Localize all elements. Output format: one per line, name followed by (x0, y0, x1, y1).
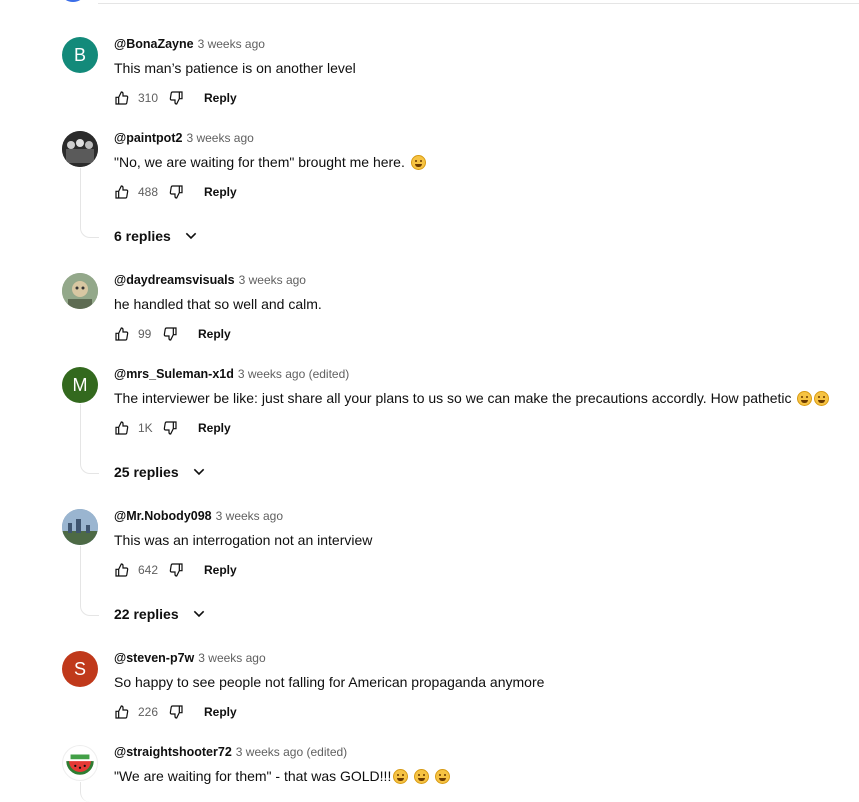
comment-item: @daydreamsvisuals 3 weeks ago he handled … (0, 273, 859, 343)
avatar[interactable] (62, 509, 98, 545)
thread-line (80, 404, 99, 474)
like-count: 488 (138, 185, 159, 199)
comment-author[interactable]: @mrs_Suleman-x1d (114, 367, 234, 381)
comment-time[interactable]: 3 weeks ago (216, 509, 283, 523)
comment-actions: 488 Reply (114, 184, 237, 200)
comment-item: @straightshooter72 3 weeks ago (edited) "… (0, 745, 859, 793)
dislike-icon[interactable] (168, 704, 184, 720)
avatar[interactable] (62, 131, 98, 167)
comment-item: @paintpot2 3 weeks ago "No, we are waitin… (0, 131, 859, 201)
comment-text: So happy to see people not falling for A… (114, 674, 545, 690)
comment-author[interactable]: @daydreamsvisuals (114, 273, 235, 287)
comment-actions: 99 Reply (114, 326, 231, 342)
reply-button[interactable]: Reply (198, 421, 231, 435)
comment-item: B @BonaZayne 3 weeks ago This man’s patie… (0, 37, 859, 107)
thread-line (80, 168, 99, 238)
like-icon[interactable] (114, 90, 130, 106)
reply-button[interactable]: Reply (204, 185, 237, 199)
laughing-emoji-icon (414, 769, 430, 784)
comment-text: he handled that so well and calm. (114, 296, 322, 312)
comment-author[interactable]: @BonaZayne (114, 37, 194, 51)
top-divider (98, 3, 859, 4)
avatar[interactable]: S (62, 651, 98, 687)
avatar[interactable] (62, 273, 98, 309)
thread-line (80, 782, 99, 802)
comment-text: "We are waiting for them" - that was GOL… (114, 767, 451, 785)
like-icon[interactable] (114, 562, 130, 578)
rofl-emoji-icon (393, 769, 409, 784)
comment-time[interactable]: 3 weeks ago (198, 37, 265, 51)
view-replies-button[interactable]: 6 replies (114, 228, 199, 244)
chevron-down-icon (193, 468, 204, 476)
like-count: 226 (138, 705, 159, 719)
comment-text: This was an interrogation not an intervi… (114, 532, 373, 548)
like-icon[interactable] (114, 326, 130, 342)
laughing-emoji-icon (797, 391, 813, 406)
like-icon[interactable] (114, 420, 130, 436)
comment-time[interactable]: 3 weeks ago (239, 273, 306, 287)
dislike-icon[interactable] (168, 184, 184, 200)
comment-author[interactable]: @straightshooter72 (114, 745, 232, 759)
dislike-icon[interactable] (162, 420, 178, 436)
like-icon[interactable] (114, 704, 130, 720)
comment-item: S @steven-p7w 3 weeks ago So happy to see… (0, 651, 859, 721)
comment-author[interactable]: @paintpot2 (114, 131, 182, 145)
chevron-down-icon (185, 232, 197, 240)
comment-item: M @mrs_Suleman-x1d 3 weeks ago (edited) T… (0, 367, 859, 437)
laughing-emoji-icon (410, 155, 426, 170)
thread-line (80, 546, 99, 616)
comment-actions: 1K Reply (114, 420, 231, 436)
laughing-emoji-icon (814, 391, 830, 406)
avatar[interactable]: B (62, 37, 98, 73)
comment-text: This man’s patience is on another level (114, 60, 356, 76)
comment-time[interactable]: 3 weeks ago (edited) (238, 367, 349, 381)
dislike-icon[interactable] (168, 562, 184, 578)
reply-button[interactable]: Reply (198, 327, 231, 341)
comment-author[interactable]: @Mr.Nobody098 (114, 509, 212, 523)
comment-author[interactable]: @steven-p7w (114, 651, 194, 665)
comment-actions: 310 Reply (114, 90, 237, 106)
like-icon[interactable] (114, 184, 130, 200)
like-count: 1K (138, 421, 153, 435)
comment-time[interactable]: 3 weeks ago (198, 651, 265, 665)
view-replies-button[interactable]: 22 replies (114, 606, 207, 622)
comment-time[interactable]: 3 weeks ago (186, 131, 253, 145)
like-count: 642 (138, 563, 159, 577)
reply-button[interactable]: Reply (204, 91, 237, 105)
like-count: 310 (138, 91, 159, 105)
comment-item: @Mr.Nobody098 3 weeks ago This was an int… (0, 509, 859, 579)
reply-button[interactable]: Reply (204, 705, 237, 719)
dislike-icon[interactable] (168, 90, 184, 106)
comment-actions: 226 Reply (114, 704, 237, 720)
comment-text: The interviewer be like: just share all … (114, 389, 830, 407)
like-count: 99 (138, 327, 152, 341)
chevron-down-icon (193, 610, 204, 618)
previous-avatar-edge (62, 0, 84, 2)
dislike-icon[interactable] (162, 326, 178, 342)
view-replies-button[interactable]: 25 replies (114, 464, 207, 480)
comment-text: "No, we are waiting for them" brought me… (114, 153, 426, 171)
reply-button[interactable]: Reply (204, 563, 237, 577)
avatar[interactable] (62, 745, 98, 781)
rofl-emoji-icon (435, 769, 451, 784)
avatar[interactable]: M (62, 367, 98, 403)
comment-time[interactable]: 3 weeks ago (edited) (236, 745, 347, 759)
comment-actions: 642 Reply (114, 562, 237, 578)
